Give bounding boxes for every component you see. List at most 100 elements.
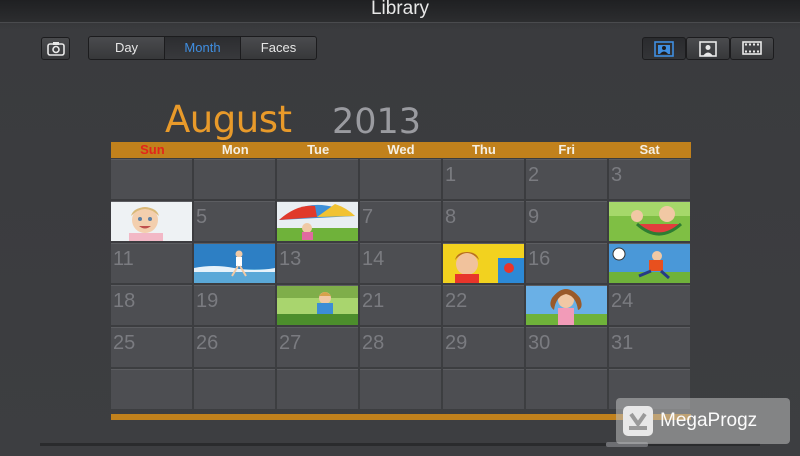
tab-day[interactable]: Day [88, 36, 165, 60]
day-number: 21 [362, 290, 385, 312]
day-number: 28 [362, 332, 385, 354]
calendar-empty-cell[interactable] [111, 369, 192, 409]
day-number: 9 [528, 206, 540, 228]
calendar-empty-cell[interactable] [526, 369, 607, 409]
download-logo-icon [623, 406, 653, 436]
watermark-text: MegaProgz [660, 410, 758, 431]
day-number: 14 [362, 248, 385, 270]
window-title: Library [370, 0, 430, 19]
calendar-day-cell[interactable]: 16 [526, 243, 607, 283]
calendar-day-cell[interactable]: 14 [360, 243, 441, 283]
calendar-day-cell[interactable]: 30 [526, 327, 607, 367]
calendar-empty-cell[interactable] [443, 369, 524, 409]
calendar-day-cell[interactable]: 5 [194, 201, 275, 241]
calendar-day-cell[interactable]: 21 [360, 285, 441, 325]
calendar-day-photo-cell[interactable] [277, 201, 358, 241]
calendar-day-cell[interactable]: 28 [360, 327, 441, 367]
tab-faces[interactable]: Faces [240, 36, 317, 60]
calendar-day-cell[interactable]: 25 [111, 327, 192, 367]
title-bar: Library [0, 0, 800, 23]
person-frame-view-button[interactable] [642, 37, 686, 60]
calendar-day-cell[interactable]: 18 [111, 285, 192, 325]
year-title: 2013 [332, 102, 422, 142]
view-mode-tabs: Day Month Faces [88, 36, 317, 60]
watermark: MegaProgz [616, 398, 790, 444]
day-number: 26 [196, 332, 219, 354]
day-number: 13 [279, 248, 302, 270]
calendar-day-photo-cell[interactable] [609, 243, 690, 283]
calendar-day-cell[interactable]: 31 [609, 327, 690, 367]
calendar-day-cell[interactable]: 3 [609, 159, 690, 199]
calendar-day-photo-cell[interactable] [194, 243, 275, 283]
film-strip-view-button[interactable] [730, 37, 774, 60]
calendar-bottom-bar [111, 414, 691, 420]
grass-photo-icon[interactable] [277, 286, 358, 325]
day-number: 8 [445, 206, 457, 228]
calendar-day-cell[interactable]: 27 [277, 327, 358, 367]
day-number: 11 [113, 248, 134, 270]
girl-photo-icon[interactable] [526, 286, 607, 325]
weekday-thu: Thu [471, 142, 496, 157]
calendar-day-cell[interactable]: 1 [443, 159, 524, 199]
day-number: 7 [362, 206, 374, 228]
day-number: 25 [113, 332, 136, 354]
umbrella-photo-icon[interactable] [277, 202, 358, 241]
day-number: 18 [113, 290, 136, 312]
calendar-empty-cell[interactable] [194, 159, 275, 199]
film-strip-icon [742, 41, 762, 55]
weekday-tue: Tue [307, 142, 330, 157]
camera-button[interactable] [41, 37, 70, 60]
day-number: 30 [528, 332, 551, 354]
portrait-icon [699, 41, 717, 57]
day-number: 1 [445, 164, 457, 186]
weekday-sun: Sun [140, 142, 165, 157]
day-number: 19 [196, 290, 219, 312]
portrait-view-button[interactable] [686, 37, 730, 60]
camera-icon [46, 42, 65, 56]
calendar-day-cell[interactable]: 8 [443, 201, 524, 241]
weekday-header: Sun Mon Tue Wed Thu Fri Sat [111, 142, 691, 158]
kids-photo-icon[interactable] [443, 244, 524, 283]
tab-month[interactable]: Month [164, 36, 241, 60]
calendar-day-photo-cell[interactable] [277, 285, 358, 325]
calendar-day-cell[interactable]: 2 [526, 159, 607, 199]
soccer-photo-icon[interactable] [609, 244, 690, 283]
calendar-day-cell[interactable]: 26 [194, 327, 275, 367]
weekday-sat: Sat [639, 142, 660, 157]
month-title: August [165, 98, 292, 141]
day-number: 24 [611, 290, 634, 312]
calendar-day-cell[interactable]: 29 [443, 327, 524, 367]
weekday-fri: Fri [558, 142, 576, 157]
calendar-empty-cell[interactable] [111, 159, 192, 199]
person-frame-icon [654, 41, 674, 57]
calendar-day-cell[interactable]: 22 [443, 285, 524, 325]
calendar-day-cell[interactable]: 19 [194, 285, 275, 325]
calendar-empty-cell[interactable] [277, 159, 358, 199]
calendar-day-photo-cell[interactable] [609, 201, 690, 241]
calendar-empty-cell[interactable] [360, 159, 441, 199]
calendar-day-photo-cell[interactable] [111, 201, 192, 241]
weekday-wed: Wed [387, 142, 415, 157]
calendar-empty-cell[interactable] [360, 369, 441, 409]
watermelon-photo-icon[interactable] [609, 202, 690, 241]
calendar-empty-cell[interactable] [277, 369, 358, 409]
weekday-mon: Mon [221, 142, 249, 157]
calendar-day-cell[interactable]: 24 [609, 285, 690, 325]
day-number: 31 [611, 332, 634, 354]
day-number: 3 [611, 164, 623, 186]
day-number: 2 [528, 164, 540, 186]
day-number: 27 [279, 332, 302, 354]
calendar-day-cell[interactable]: 7 [360, 201, 441, 241]
calendar-day-cell[interactable]: 9 [526, 201, 607, 241]
calendar-day-cell[interactable]: 13 [277, 243, 358, 283]
beach-photo-icon[interactable] [194, 244, 275, 283]
calendar-empty-cell[interactable] [194, 369, 275, 409]
day-number: 22 [445, 290, 468, 312]
day-number: 5 [196, 206, 208, 228]
child-photo-icon[interactable] [111, 202, 192, 241]
calendar-day-photo-cell[interactable] [526, 285, 607, 325]
calendar-day-photo-cell[interactable] [443, 243, 524, 283]
calendar-day-cell[interactable]: 11 [111, 243, 192, 283]
day-number: 16 [528, 248, 551, 270]
day-number: 29 [445, 332, 468, 354]
